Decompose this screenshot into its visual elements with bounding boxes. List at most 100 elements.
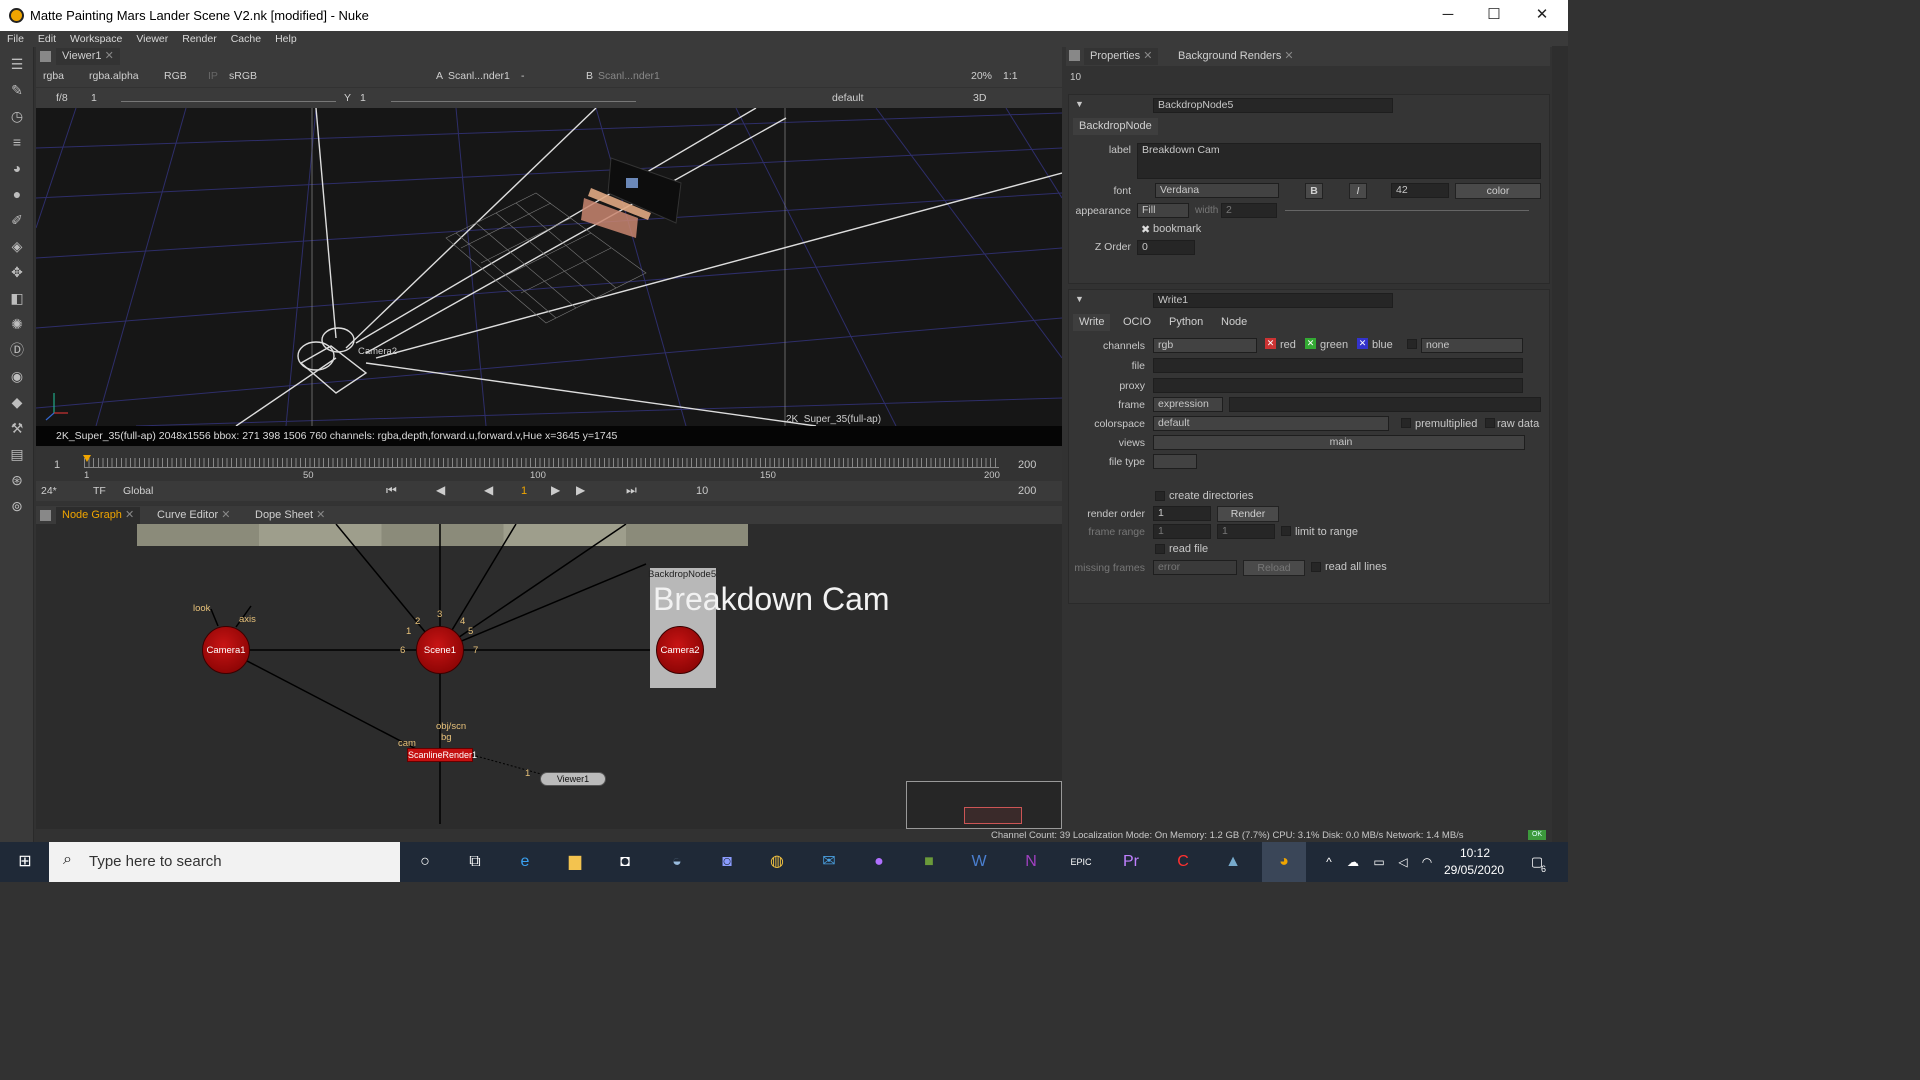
scanline-render-node[interactable]: ScanlineRender1 xyxy=(407,748,477,762)
steam-icon[interactable]: ◒ xyxy=(664,850,690,874)
keyer-icon[interactable]: ✐ xyxy=(8,211,26,229)
bold-button[interactable]: B xyxy=(1305,183,1323,199)
close-tab-icon[interactable]: ✕ xyxy=(1143,50,1152,62)
mail-icon[interactable]: ✉ xyxy=(816,850,842,874)
app-icon[interactable]: ● xyxy=(866,850,892,874)
edge-icon[interactable]: e xyxy=(512,850,538,874)
channels-dropdown[interactable]: rgb xyxy=(1153,338,1257,353)
blue-check-icon[interactable]: ✕ xyxy=(1357,338,1368,349)
pane-menu-icon-3[interactable] xyxy=(1069,50,1080,61)
gamma-value[interactable]: 1 xyxy=(360,92,366,104)
tab-properties[interactable]: Properties ✕ xyxy=(1084,48,1159,65)
time-icon[interactable]: ◷ xyxy=(8,107,26,125)
read-all-lines-checkbox[interactable] xyxy=(1311,562,1321,572)
a-input-dropdown[interactable]: Scanl...nder1 xyxy=(448,70,510,82)
font-size-field[interactable]: 42 xyxy=(1391,183,1449,198)
windows-start-icon[interactable]: ⊞ xyxy=(12,850,38,874)
playhead-icon[interactable] xyxy=(83,455,91,462)
ocula-icon[interactable]: ⊚ xyxy=(8,497,26,515)
fps-dropdown[interactable]: 24* xyxy=(41,485,57,497)
scene1-node[interactable]: Scene1 xyxy=(416,626,464,674)
frame-range-start[interactable]: 1 xyxy=(1153,524,1211,539)
last-frame-icon[interactable]: ⏭ xyxy=(626,483,637,498)
ratio-dropdown[interactable]: 1:1 xyxy=(1003,70,1018,82)
3d-icon[interactable]: ◧ xyxy=(8,289,26,307)
reload-button[interactable]: Reload xyxy=(1243,560,1305,576)
color-button[interactable]: color xyxy=(1455,183,1541,199)
colorspace-dropdown[interactable]: default xyxy=(1153,416,1389,431)
premultiplied-checkbox[interactable] xyxy=(1401,418,1411,428)
read-file-checkbox[interactable] xyxy=(1155,544,1165,554)
maximize-button[interactable]: ☐ xyxy=(1474,4,1514,26)
other-icon[interactable]: ▤ xyxy=(8,445,26,463)
frame-mode-dropdown[interactable]: expression xyxy=(1153,397,1223,412)
render-order-field[interactable]: 1 xyxy=(1153,506,1211,521)
timeline-end[interactable]: 200 xyxy=(1018,459,1036,471)
label-textarea[interactable]: Breakdown Cam xyxy=(1137,143,1541,179)
timeline-slider[interactable] xyxy=(84,458,999,468)
frame-range-end[interactable]: 1 xyxy=(1217,524,1275,539)
camera1-node[interactable]: Camera1 xyxy=(202,626,250,674)
file-field[interactable] xyxy=(1153,358,1523,373)
image-icon[interactable]: ☰ xyxy=(8,55,26,73)
close-tab-icon[interactable]: ✕ xyxy=(125,509,134,521)
menu-workspace[interactable]: Workspace xyxy=(63,31,129,47)
first-frame-icon[interactable]: ⏮ xyxy=(386,483,397,498)
camera2-node[interactable]: Camera2 xyxy=(656,626,704,674)
menu-cache[interactable]: Cache xyxy=(224,31,268,47)
minecraft-icon[interactable]: ■ xyxy=(916,850,942,874)
particles-icon[interactable]: ✺ xyxy=(8,315,26,333)
width-field[interactable]: 2 xyxy=(1221,203,1277,218)
chrome-icon[interactable]: ◍ xyxy=(764,850,790,874)
tab-ocio[interactable]: OCIO xyxy=(1117,314,1157,331)
discord-icon[interactable]: ◙ xyxy=(714,850,740,874)
appearance-dropdown[interactable]: Fill xyxy=(1137,203,1189,218)
tab-viewer1[interactable]: Viewer1 ✕ xyxy=(56,48,120,65)
battery-icon[interactable]: ▭ xyxy=(1366,850,1392,874)
view-mode-dropdown[interactable]: 3D xyxy=(973,92,986,104)
channels-dropdown[interactable]: rgba xyxy=(43,70,64,82)
metadata-icon[interactable]: ◆ xyxy=(8,393,26,411)
current-frame[interactable]: 1 xyxy=(521,485,527,497)
close-tab-icon[interactable]: ✕ xyxy=(221,509,230,521)
cortana-icon[interactable]: ○ xyxy=(412,850,438,874)
filter-icon[interactable]: ● xyxy=(8,185,26,203)
display-channel-dropdown[interactable]: RGB xyxy=(164,70,187,82)
width-slider[interactable] xyxy=(1285,210,1529,211)
file-type-dropdown[interactable] xyxy=(1153,454,1197,469)
close-tab-icon[interactable]: ✕ xyxy=(1284,50,1293,62)
menu-viewer[interactable]: Viewer xyxy=(129,31,175,47)
menu-help[interactable]: Help xyxy=(268,31,304,47)
tab-node-graph[interactable]: Node Graph ✕ xyxy=(56,507,141,524)
write-name-field[interactable]: Write1 xyxy=(1153,293,1393,308)
max-panels-field[interactable]: 10 xyxy=(1070,72,1081,83)
tab-python[interactable]: Python xyxy=(1163,314,1209,331)
zorder-field[interactable]: 0 xyxy=(1137,240,1195,255)
ip-button[interactable]: IP xyxy=(208,70,218,82)
gain-slider[interactable] xyxy=(121,94,336,102)
proxy-field[interactable] xyxy=(1153,378,1523,393)
color-icon[interactable]: ◕ xyxy=(8,159,26,177)
compare-op-dropdown[interactable]: - xyxy=(521,70,525,82)
tf-dropdown[interactable]: TF xyxy=(93,485,106,497)
ccleaner-icon[interactable]: C xyxy=(1170,850,1196,874)
frame-field[interactable] xyxy=(1229,397,1541,412)
collapse-icon[interactable]: ▼ xyxy=(1075,99,1084,109)
node-graph[interactable]: BackdropNode5 Breakdown Cam Camera1 Scen… xyxy=(36,524,1062,829)
tray-chevron-icon[interactable]: ^ xyxy=(1316,850,1342,874)
gain-value[interactable]: 1 xyxy=(91,92,97,104)
next-frame-icon[interactable]: ▶ xyxy=(576,483,585,497)
close-button[interactable]: ✕ xyxy=(1522,4,1562,26)
wifi-icon[interactable]: ◠ xyxy=(1414,850,1440,874)
premiere-icon[interactable]: Pr xyxy=(1118,850,1144,874)
notification-icon[interactable]: ▢ xyxy=(1524,850,1550,874)
prev-frame-icon[interactable]: ◀ xyxy=(436,483,445,497)
menu-edit[interactable]: Edit xyxy=(31,31,63,47)
scope-dropdown[interactable]: Global xyxy=(123,485,153,497)
pane-menu-icon-2[interactable] xyxy=(40,510,51,521)
furnace-icon[interactable]: ⊛ xyxy=(8,471,26,489)
tab-node[interactable]: Node xyxy=(1215,314,1253,331)
close-tab-icon[interactable]: ✕ xyxy=(316,509,325,521)
b-input-dropdown[interactable]: Scanl...nder1 xyxy=(598,70,660,82)
render-button[interactable]: Render xyxy=(1217,506,1279,522)
